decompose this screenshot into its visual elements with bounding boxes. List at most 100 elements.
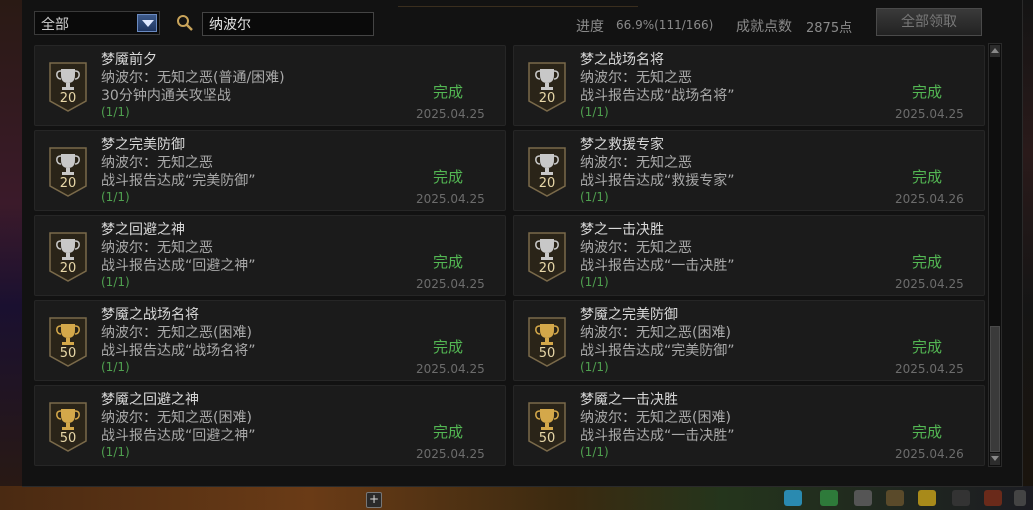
progress-label: 进度 bbox=[576, 19, 604, 35]
achievement-badge: 50 bbox=[47, 401, 89, 453]
achievement-points: 20 bbox=[59, 91, 77, 106]
achievement-dungeon: 纳波尔：无知之恶(困难) bbox=[580, 410, 731, 426]
scroll-down-icon[interactable] bbox=[990, 453, 1000, 465]
achievement-points: 20 bbox=[538, 176, 556, 191]
achievement-card[interactable]: 50 梦魇之完美防御 纳波尔：无知之恶(困难) 战斗报告达成“完美防御” (1/1) 完成… bbox=[513, 300, 985, 381]
achievement-points: 20 bbox=[59, 261, 77, 276]
achievement-card[interactable]: 20 梦之战场名将 纳波尔：无知之恶 战斗报告达成“战场名将” (1/1) 完成 2025.… bbox=[513, 45, 985, 126]
achievement-dungeon: 纳波尔：无知之恶(困难) bbox=[101, 325, 252, 341]
achievement-card[interactable]: 20 梦之一击决胜 纳波尔：无知之恶 战斗报告达成“一击决胜” (1/1) 完成 2025.… bbox=[513, 215, 985, 296]
achievement-status: 完成 bbox=[912, 253, 943, 271]
achievement-description: 战斗报告达成“完美防御” bbox=[580, 343, 735, 359]
achievement-title: 梦魇之回避之神 bbox=[101, 392, 199, 408]
achievement-title: 梦魇之完美防御 bbox=[580, 307, 678, 323]
achievement-badge: 50 bbox=[526, 316, 568, 368]
achievement-window: 全部 进度 66.9%(111/166) 成就点数 2875点 全部领取 20 梦… bbox=[22, 0, 1023, 487]
achievement-badge: 20 bbox=[526, 61, 568, 113]
achievement-card[interactable]: 20 梦之救援专家 纳波尔：无知之恶 战斗报告达成“救援专家” (1/1) 完成 2025.… bbox=[513, 130, 985, 211]
achievement-date: 2025.04.25 bbox=[416, 447, 485, 461]
achievement-status: 完成 bbox=[433, 423, 464, 441]
shortcut-icon[interactable] bbox=[820, 490, 838, 506]
achievement-date: 2025.04.26 bbox=[895, 447, 964, 461]
achievement-points: 50 bbox=[59, 431, 77, 446]
achievement-description: 战斗报告达成“一击决胜” bbox=[580, 428, 735, 444]
shortcut-icon[interactable] bbox=[918, 490, 936, 506]
achievement-date: 2025.04.25 bbox=[416, 107, 485, 121]
achievement-dungeon: 纳波尔：无知之恶(困难) bbox=[101, 410, 252, 426]
toolbar: 全部 进度 66.9%(111/166) 成就点数 2875点 全部领取 bbox=[22, 0, 1022, 44]
achievement-status: 完成 bbox=[433, 338, 464, 356]
achievement-date: 2025.04.25 bbox=[416, 192, 485, 206]
achievement-description: 战斗报告达成“回避之神” bbox=[101, 428, 256, 444]
achievement-badge: 20 bbox=[47, 61, 89, 113]
achievement-date: 2025.04.25 bbox=[895, 277, 964, 291]
achievement-date: 2025.04.25 bbox=[895, 107, 964, 121]
shortcut-icon[interactable] bbox=[784, 490, 802, 506]
shortcut-icon[interactable] bbox=[1014, 490, 1026, 506]
achievement-badge: 20 bbox=[526, 146, 568, 198]
achievement-date: 2025.04.26 bbox=[895, 192, 964, 206]
achievement-card[interactable]: 50 梦魇之回避之神纳波尔：无知之恶(困难) 战斗报告达成“回避之神” (1/1) 完成… bbox=[34, 385, 506, 466]
scrollbar[interactable] bbox=[988, 43, 1002, 467]
achievement-progress: (1/1) bbox=[101, 190, 130, 204]
achievement-description: 战斗报告达成“完美防御” bbox=[101, 173, 256, 189]
shortcut-icon[interactable] bbox=[854, 490, 872, 506]
points-label: 成就点数 bbox=[736, 19, 792, 35]
expand-icon[interactable]: + bbox=[366, 492, 382, 508]
achievement-title: 梦之回避之神 bbox=[101, 222, 185, 238]
category-dropdown[interactable]: 全部 bbox=[34, 11, 160, 35]
achievement-description: 30分钟内通关攻坚战 bbox=[101, 88, 231, 104]
achievement-progress: (1/1) bbox=[580, 190, 609, 204]
achievement-badge: 50 bbox=[47, 316, 89, 368]
achievement-title: 梦之战场名将 bbox=[580, 52, 664, 68]
achievement-description: 战斗报告达成“回避之神” bbox=[101, 258, 256, 274]
achievement-progress: (1/1) bbox=[101, 360, 130, 374]
achievement-status: 完成 bbox=[912, 168, 943, 186]
achievement-points: 50 bbox=[538, 346, 556, 361]
achievement-status: 完成 bbox=[912, 423, 943, 441]
achievement-progress: (1/1) bbox=[580, 105, 609, 119]
background-bottom-bar bbox=[0, 486, 1033, 510]
achievement-card[interactable]: 50 梦魇之一击决胜纳波尔：无知之恶(困难) 战斗报告达成“一击决胜” (1/1) 完成… bbox=[513, 385, 985, 466]
claim-all-button[interactable]: 全部领取 bbox=[876, 8, 982, 36]
achievement-card[interactable]: 20 梦之完美防御 纳波尔：无知之恶 战斗报告达成“完美防御” (1/1) 完成 2025.… bbox=[34, 130, 506, 211]
achievement-dungeon: 纳波尔：无知之恶 bbox=[580, 155, 692, 171]
achievement-points: 20 bbox=[538, 91, 556, 106]
achievement-title: 梦魇前夕 bbox=[101, 52, 157, 68]
achievement-status: 完成 bbox=[912, 83, 943, 101]
points-value: 2875点 bbox=[806, 21, 853, 36]
scroll-up-icon[interactable] bbox=[990, 45, 1000, 57]
achievement-card[interactable]: 50 梦魇之战场名将 纳波尔：无知之恶(困难) 战斗报告达成“战场名将” (1/1) 完成… bbox=[34, 300, 506, 381]
achievement-progress: (1/1) bbox=[101, 105, 130, 119]
search-input[interactable] bbox=[202, 12, 374, 36]
shortcut-icon[interactable] bbox=[952, 490, 970, 506]
achievement-title: 梦之救援专家 bbox=[580, 137, 664, 153]
achievement-dungeon: 纳波尔：无知之恶(困难) bbox=[580, 325, 731, 341]
achievement-dungeon: 纳波尔：无知之恶 bbox=[101, 155, 213, 171]
achievement-progress: (1/1) bbox=[580, 275, 609, 289]
achievement-card[interactable]: 20 梦之回避之神 纳波尔：无知之恶 战斗报告达成“回避之神” (1/1) 完成 2025.… bbox=[34, 215, 506, 296]
category-dropdown-value: 全部 bbox=[41, 17, 69, 33]
chevron-down-icon[interactable] bbox=[137, 14, 157, 32]
achievement-title: 梦之完美防御 bbox=[101, 137, 185, 153]
home-icon[interactable] bbox=[984, 490, 1002, 506]
achievement-badge: 20 bbox=[47, 146, 89, 198]
achievement-badge: 50 bbox=[526, 401, 568, 453]
achievement-date: 2025.04.25 bbox=[416, 277, 485, 291]
achievement-title: 梦魇之一击决胜 bbox=[580, 392, 678, 408]
achievement-card[interactable]: 20 梦魇前夕 纳波尔：无知之恶(普通/困难) 30分钟内通关攻坚战 (1/1) 完成 20… bbox=[34, 45, 506, 126]
achievement-dungeon: 纳波尔：无知之恶 bbox=[580, 70, 692, 86]
achievement-progress: (1/1) bbox=[101, 445, 130, 459]
achievement-points: 50 bbox=[59, 346, 77, 361]
shortcut-icon[interactable] bbox=[886, 490, 904, 506]
search-icon bbox=[177, 15, 193, 31]
achievement-status: 完成 bbox=[912, 338, 943, 356]
achievement-progress: (1/1) bbox=[580, 445, 609, 459]
background-left bbox=[0, 0, 22, 510]
achievement-description: 战斗报告达成“一击决胜” bbox=[580, 258, 735, 274]
achievement-badge: 20 bbox=[47, 231, 89, 283]
achievement-badge: 20 bbox=[526, 231, 568, 283]
achievement-status: 完成 bbox=[433, 83, 464, 101]
achievement-description: 战斗报告达成“战场名将” bbox=[101, 343, 256, 359]
scroll-thumb[interactable] bbox=[990, 326, 1000, 452]
